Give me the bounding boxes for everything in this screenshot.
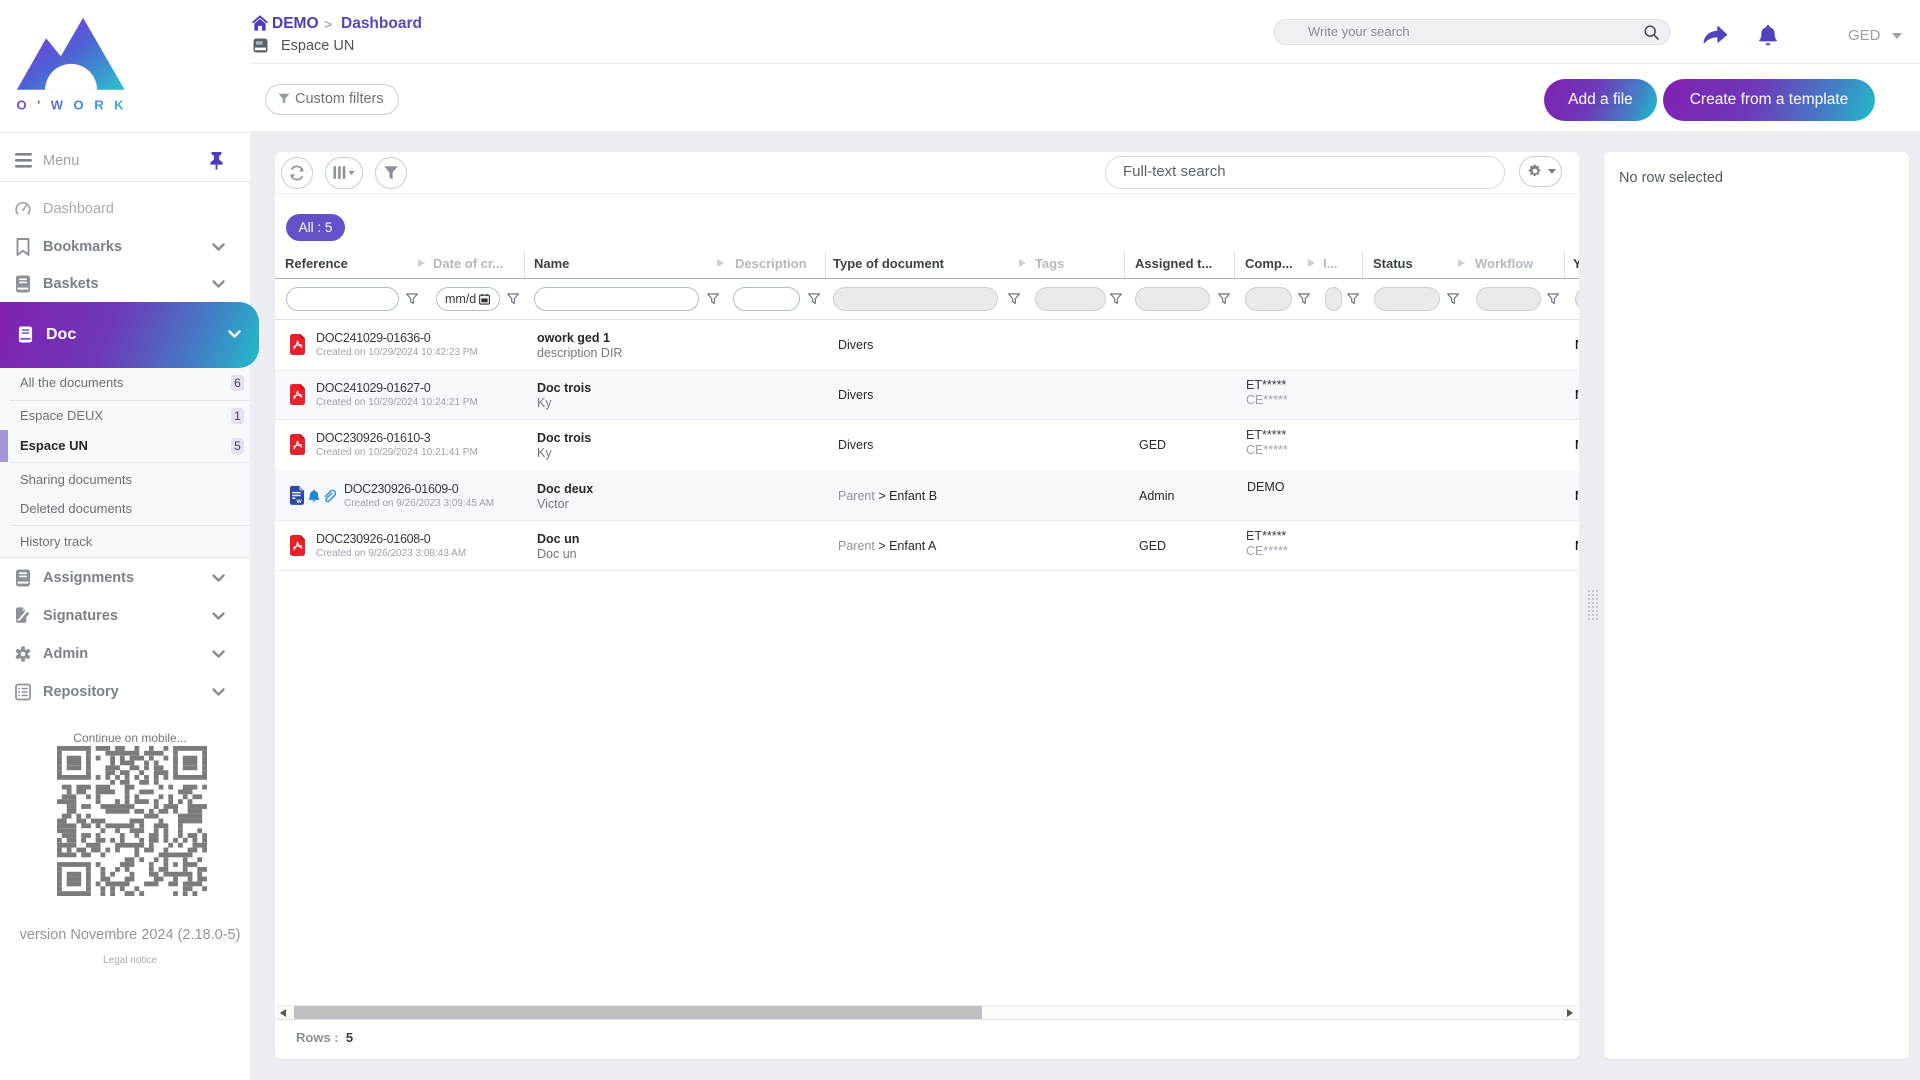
svg-text:w: w	[296, 498, 303, 505]
svg-text:O'WORK: O'WORK	[17, 98, 125, 113]
